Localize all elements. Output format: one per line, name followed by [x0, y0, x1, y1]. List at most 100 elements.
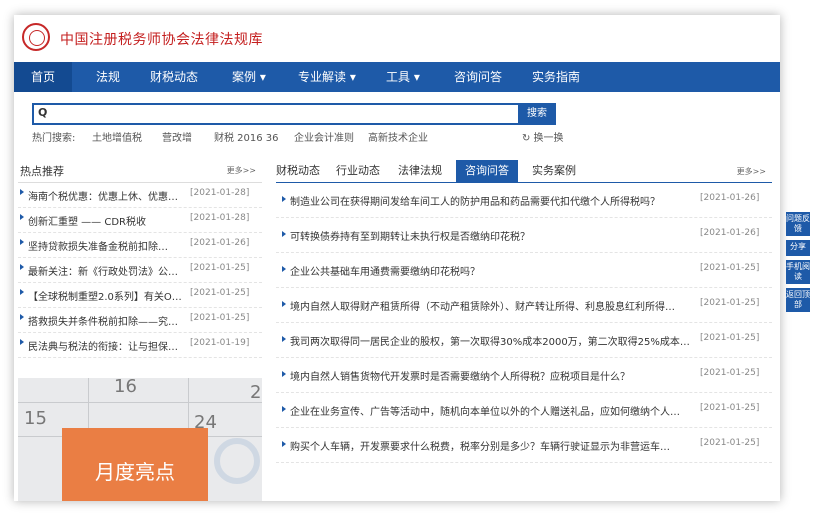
browser-frame: 中国注册税务师协会法律法规库 首页 法规 财税动态 案例 ▾ 专业解读 ▾ 工具…: [14, 15, 780, 501]
mobile-read-button[interactable]: 手机阅读: [786, 260, 810, 284]
list-item[interactable]: 最新关注：新《行政处罚法》公… [2021-01-25]: [18, 258, 262, 283]
news-date: [2021-01-26]: [700, 193, 760, 203]
news-item[interactable]: 购买个人车辆，开发票要求什么税费，税率分别是多少？车辆行驶证显示为非营运车… [2…: [276, 428, 772, 463]
item-title[interactable]: 创新汇重塑 —— CDR税收: [28, 213, 186, 228]
arrow-icon: [282, 196, 286, 202]
arrow-icon: [20, 239, 24, 245]
item-title[interactable]: 最新关注：新《行政处罚法》公…: [28, 263, 186, 278]
logo[interactable]: [22, 23, 50, 51]
item-title[interactable]: 【全球税制重塑2.0系列】有关O…: [28, 288, 186, 303]
search-icon: Q: [38, 106, 48, 119]
item-date: [2021-01-28]: [190, 213, 250, 223]
news-title[interactable]: 可转换债券持有至到期转让未执行权是否缴纳印花税？: [290, 228, 694, 243]
item-title[interactable]: 海南个税优惠：优惠上休、优惠…: [28, 188, 186, 203]
arrow-icon: [20, 314, 24, 320]
arrow-icon: [282, 371, 286, 377]
nav-interpretation[interactable]: 专业解读 ▾: [298, 62, 356, 92]
search-area: Q 搜索 热门搜索: 土地增值税 营改增 财税 2016 36 企业会计准则 高…: [14, 92, 780, 152]
item-title[interactable]: 坚持贷款损失准备金税前扣除…: [28, 238, 186, 253]
item-title[interactable]: 搭救损失并条件税前扣除——究…: [28, 313, 186, 328]
news-date: [2021-01-25]: [700, 438, 760, 448]
refresh-hot-terms[interactable]: ↻ 换一换: [522, 129, 564, 144]
arrow-icon: [282, 266, 286, 272]
arrow-icon: [20, 214, 24, 220]
nav-practice-guide[interactable]: 实务指南: [532, 62, 580, 92]
news-item[interactable]: 境内自然人取得财产租赁所得（不动产租赁除外）、财产转让所得、利息股息红利所得… […: [276, 288, 772, 323]
news-title[interactable]: 境内自然人销售货物代开发票时是否需要缴纳个人所得税？应税项目是什么？: [290, 368, 694, 383]
news-title[interactable]: 我司两次取得同一居民企业的股权，第一次取得30%成本2000万，第二次取得25%…: [290, 333, 694, 348]
news-item[interactable]: 企业公共基础车用通费需要缴纳印花税吗？ [2021-01-25]: [276, 253, 772, 288]
hot-recommend-panel: 热点推荐 更多>> 海南个税优惠：优惠上休、优惠… [2021-01-28] 创新…: [18, 158, 262, 358]
nav-cases[interactable]: 案例 ▾: [232, 62, 266, 92]
list-item[interactable]: 【全球税制重塑2.0系列】有关O… [2021-01-25]: [18, 283, 262, 308]
news-item[interactable]: 境内自然人销售货物代开发票时是否需要缴纳个人所得税？应税项目是什么？ [2021-…: [276, 358, 772, 393]
arrow-icon: [282, 336, 286, 342]
news-item[interactable]: 可转换债券持有至到期转让未执行权是否缴纳印花税？ [2021-01-26]: [276, 218, 772, 253]
news-date: [2021-01-25]: [700, 368, 760, 378]
nav-tools[interactable]: 工具 ▾: [386, 62, 420, 92]
back-to-top-button[interactable]: 返回顶部: [786, 288, 810, 312]
decorative-ring: [214, 438, 260, 484]
search-button[interactable]: 搜索: [518, 103, 556, 125]
banner-text: 月度亮点: [95, 460, 175, 484]
arrow-icon: [282, 441, 286, 447]
hot-term-caishui-2016-36[interactable]: 财税 2016 36: [214, 129, 279, 144]
list-item[interactable]: 海南个税优惠：优惠上休、优惠… [2021-01-28]: [18, 183, 262, 208]
list-item[interactable]: 坚持贷款损失准备金税前扣除… [2021-01-26]: [18, 233, 262, 258]
nav-regulations[interactable]: 法规: [96, 62, 120, 92]
panel-header: 热点推荐 更多>>: [18, 158, 262, 183]
news-title[interactable]: 制造业公司在获得期间发给车间工人的防护用品和药品需要代扣代缴个人所得税吗？: [290, 193, 694, 208]
list-item[interactable]: 搭救损失并条件税前扣除——究… [2021-01-25]: [18, 308, 262, 333]
news-title[interactable]: 企业在业务宣传、广告等活动中，随机向本单位以外的个人赠送礼品，应如何缴纳个人…: [290, 403, 694, 418]
tab-industry-news[interactable]: 行业动态: [332, 162, 384, 182]
news-item[interactable]: 我司两次取得同一居民企业的股权，第一次取得30%成本2000万，第二次取得25%…: [276, 323, 772, 358]
item-title[interactable]: 民法典与税法的衔接：让与担保…: [28, 338, 186, 353]
hot-term-vat-reform[interactable]: 营改增: [162, 129, 192, 144]
item-date: [2021-01-26]: [190, 238, 250, 248]
hot-term-accounting-standards[interactable]: 企业会计准则: [294, 129, 354, 144]
item-date: [2021-01-25]: [190, 288, 250, 298]
list-item[interactable]: 创新汇重塑 —— CDR税收 [2021-01-28]: [18, 208, 262, 233]
arrow-icon: [20, 264, 24, 270]
panel-title: 热点推荐: [20, 165, 64, 178]
site-header: 中国注册税务师协会法律法规库: [14, 15, 780, 61]
news-tabs: 财税动态 行业动态 法律法规 咨询问答 实务案例 更多>>: [276, 158, 772, 183]
monthly-highlight-banner[interactable]: 15 16 24 25 月度亮点: [18, 378, 262, 501]
news-item[interactable]: 制造业公司在获得期间发给车间工人的防护用品和药品需要代扣代缴个人所得税吗？ [20…: [276, 183, 772, 218]
calendar-graphic: 15: [24, 408, 47, 429]
search-input[interactable]: Q: [32, 103, 520, 125]
item-date: [2021-01-25]: [190, 313, 250, 323]
news-title[interactable]: 境内自然人取得财产租赁所得（不动产租赁除外）、财产转让所得、利息股息红利所得…: [290, 298, 694, 313]
list-item[interactable]: 民法典与税法的衔接：让与担保… [2021-01-19]: [18, 333, 262, 358]
arrow-icon: [20, 189, 24, 195]
share-button[interactable]: 分享: [786, 240, 810, 256]
item-date: [2021-01-28]: [190, 188, 250, 198]
site-title[interactable]: 中国注册税务师协会法律法规库: [60, 29, 263, 49]
hot-term-hitech-enterprise[interactable]: 高新技术企业: [368, 129, 428, 144]
news-title[interactable]: 企业公共基础车用通费需要缴纳印花税吗？: [290, 263, 694, 278]
news-date: [2021-01-25]: [700, 263, 760, 273]
calendar-graphic: 25: [250, 382, 262, 403]
banner-label-box: 月度亮点: [62, 428, 208, 501]
arrow-icon: [282, 301, 286, 307]
tab-tax-news[interactable]: 财税动态: [276, 162, 320, 182]
arrow-icon: [20, 339, 24, 345]
nav-home[interactable]: 首页: [14, 62, 72, 92]
more-link[interactable]: 更多>>: [227, 165, 256, 176]
feedback-button[interactable]: 问题反馈: [786, 212, 810, 236]
news-date: [2021-01-25]: [700, 403, 760, 413]
item-date: [2021-01-25]: [190, 263, 250, 273]
tab-consult-qa[interactable]: 咨询问答: [456, 160, 518, 182]
nav-consult[interactable]: 咨询问答: [454, 62, 502, 92]
hot-search-label: 热门搜索:: [32, 133, 76, 144]
item-date: [2021-01-19]: [190, 338, 250, 348]
news-item[interactable]: 企业在业务宣传、广告等活动中，随机向本单位以外的个人赠送礼品，应如何缴纳个人… […: [276, 393, 772, 428]
hot-term-land-vat[interactable]: 土地增值税: [92, 129, 142, 144]
more-link[interactable]: 更多>>: [737, 166, 766, 177]
calendar-graphic: 16: [114, 378, 137, 397]
nav-tax-news[interactable]: 财税动态: [150, 62, 198, 92]
news-date: [2021-01-25]: [700, 333, 760, 343]
news-title[interactable]: 购买个人车辆，开发票要求什么税费，税率分别是多少？车辆行驶证显示为非营运车…: [290, 438, 694, 453]
tab-practice-cases[interactable]: 实务案例: [526, 162, 582, 182]
tab-laws[interactable]: 法律法规: [392, 162, 448, 182]
